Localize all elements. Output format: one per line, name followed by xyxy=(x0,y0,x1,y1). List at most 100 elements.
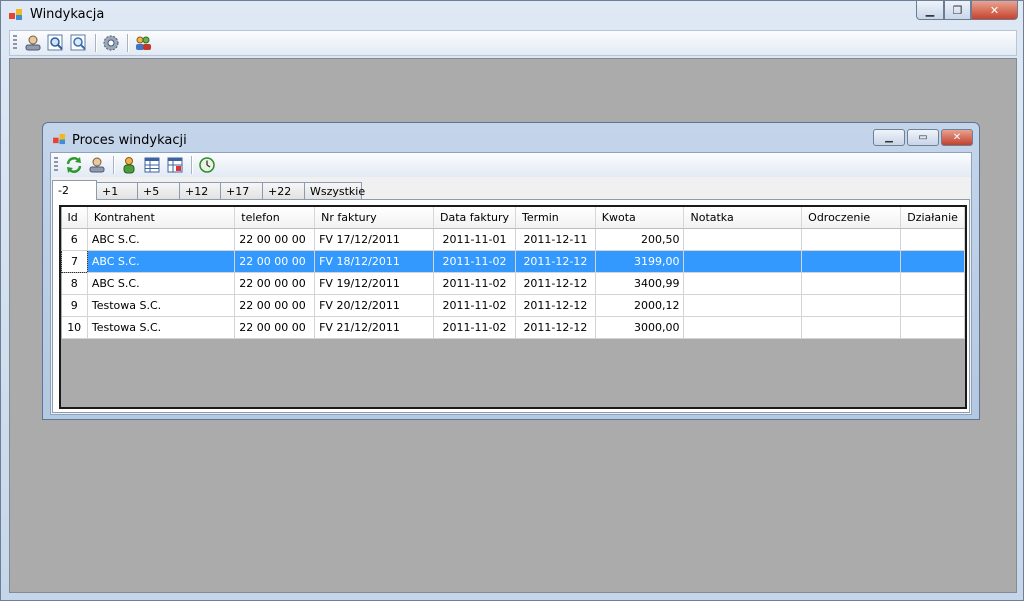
data-grid[interactable]: Id Kontrahent telefon Nr faktury Data fa… xyxy=(59,205,967,409)
table-row-selected[interactable]: 7 ABC S.C. 22 00 00 00 FV 18/12/2011 201… xyxy=(61,249,965,273)
table-row[interactable]: 8 ABC S.C. 22 00 00 00 FV 19/12/2011 201… xyxy=(61,272,965,295)
column-header-odroczenie[interactable]: Odroczenie xyxy=(801,207,902,229)
cell-id[interactable]: 6 xyxy=(61,228,88,251)
cell-kwota[interactable]: 3000,00 xyxy=(595,316,685,339)
clock-refresh-icon xyxy=(199,157,215,173)
tab-plus-5[interactable]: +5 xyxy=(137,182,180,199)
column-header-data-faktury[interactable]: Data faktury xyxy=(433,207,517,229)
search-button[interactable] xyxy=(45,32,67,54)
cell-termin[interactable]: 2011-12-12 xyxy=(515,272,596,295)
column-header-nr-faktury[interactable]: Nr faktury xyxy=(314,207,434,229)
column-header-kwota[interactable]: Kwota xyxy=(595,207,685,229)
cell-nr-faktury[interactable]: FV 20/12/2011 xyxy=(314,294,434,317)
cell-notatka[interactable] xyxy=(683,272,803,295)
cell-kwota[interactable]: 3199,00 xyxy=(595,250,685,273)
minimize-button[interactable]: ▁ xyxy=(916,1,944,20)
preview-button[interactable] xyxy=(68,32,90,54)
refresh-button[interactable] xyxy=(63,154,85,176)
cell-dzialanie[interactable] xyxy=(900,250,965,273)
collection-tool-button[interactable] xyxy=(22,32,44,54)
cell-telefon[interactable]: 22 00 00 00 xyxy=(234,250,316,273)
contractor-button[interactable] xyxy=(118,154,140,176)
cell-notatka[interactable] xyxy=(683,250,803,273)
users-button[interactable] xyxy=(132,32,154,54)
column-header-kontrahent[interactable]: Kontrahent xyxy=(87,207,236,229)
document-search-icon xyxy=(70,34,86,51)
cell-odroczenie[interactable] xyxy=(801,228,902,251)
cell-dzialanie[interactable] xyxy=(900,316,965,339)
close-button[interactable]: ✕ xyxy=(971,1,1018,20)
cell-nr-faktury[interactable]: FV 18/12/2011 xyxy=(314,250,434,273)
tab-plus-12[interactable]: +12 xyxy=(179,182,221,199)
cell-notatka[interactable] xyxy=(683,228,803,251)
cell-termin[interactable]: 2011-12-11 xyxy=(515,228,596,251)
child-maximize-button[interactable]: ▭ xyxy=(907,129,939,146)
cell-kwota[interactable]: 200,50 xyxy=(595,228,685,251)
tab-minus-2[interactable]: -2 xyxy=(52,180,97,200)
history-button[interactable] xyxy=(196,154,218,176)
tab-plus-1[interactable]: +1 xyxy=(96,182,138,199)
cell-data-faktury[interactable]: 2011-11-02 xyxy=(433,250,517,273)
cell-telefon[interactable]: 22 00 00 00 xyxy=(234,294,316,317)
cell-kontrahent[interactable]: ABC S.C. xyxy=(87,250,236,273)
cell-odroczenie[interactable] xyxy=(801,316,902,339)
cell-id[interactable]: 8 xyxy=(61,272,88,295)
cell-dzialanie[interactable] xyxy=(900,228,965,251)
tab-plus-17[interactable]: +17 xyxy=(220,182,263,199)
cell-data-faktury[interactable]: 2011-11-01 xyxy=(433,228,517,251)
cell-kontrahent[interactable]: ABC S.C. xyxy=(87,272,236,295)
cell-termin[interactable]: 2011-12-12 xyxy=(515,294,596,317)
cell-odroczenie[interactable] xyxy=(801,272,902,295)
cell-dzialanie[interactable] xyxy=(900,294,965,317)
toolbar-separator xyxy=(127,34,128,52)
child-window: Proces windykacji ▁ ▭ ✕ -2 +1 +5 +12 +17… xyxy=(42,122,980,420)
cell-termin[interactable]: 2011-12-12 xyxy=(515,316,596,339)
tab-plus-22[interactable]: +22 xyxy=(262,182,305,199)
column-header-termin[interactable]: Termin xyxy=(515,207,596,229)
table-row[interactable]: 10 Testowa S.C. 22 00 00 00 FV 21/12/201… xyxy=(61,316,965,339)
cell-termin[interactable]: 2011-12-12 xyxy=(515,250,596,273)
cell-telefon[interactable]: 22 00 00 00 xyxy=(234,316,316,339)
column-header-notatka[interactable]: Notatka xyxy=(683,207,803,229)
cell-data-faktury[interactable]: 2011-11-02 xyxy=(433,272,517,295)
cell-data-faktury[interactable]: 2011-11-02 xyxy=(433,294,517,317)
cell-kontrahent[interactable]: Testowa S.C. xyxy=(87,316,236,339)
column-header-dzialanie[interactable]: Działanie xyxy=(900,207,965,229)
toolbar-grip[interactable] xyxy=(54,157,58,173)
table-edit-button[interactable] xyxy=(164,154,186,176)
table-row[interactable]: 9 Testowa S.C. 22 00 00 00 FV 20/12/2011… xyxy=(61,294,965,317)
child-minimize-button[interactable]: ▁ xyxy=(873,129,905,146)
child-title-bar[interactable]: Proces windykacji xyxy=(53,131,653,151)
cell-id[interactable]: 10 xyxy=(61,316,88,339)
cell-kwota[interactable]: 2000,12 xyxy=(595,294,685,317)
cell-notatka[interactable] xyxy=(683,316,803,339)
cell-nr-faktury[interactable]: FV 21/12/2011 xyxy=(314,316,434,339)
table-view-button[interactable] xyxy=(141,154,163,176)
cell-id[interactable]: 9 xyxy=(61,294,88,317)
cell-kwota[interactable]: 3400,99 xyxy=(595,272,685,295)
cell-telefon[interactable]: 22 00 00 00 xyxy=(234,272,316,295)
column-header-id[interactable]: Id xyxy=(61,207,88,229)
cell-notatka[interactable] xyxy=(683,294,803,317)
child-close-button[interactable]: ✕ xyxy=(941,129,973,146)
cell-telefon[interactable]: 22 00 00 00 xyxy=(234,228,316,251)
column-header-telefon[interactable]: telefon xyxy=(234,207,316,229)
cell-odroczenie[interactable] xyxy=(801,294,902,317)
toolbar-grip[interactable] xyxy=(13,35,17,51)
settings-button[interactable] xyxy=(100,32,122,54)
cell-nr-faktury[interactable]: FV 17/12/2011 xyxy=(314,228,434,251)
tab-panel: Id Kontrahent telefon Nr faktury Data fa… xyxy=(52,199,970,413)
cell-id[interactable]: 7 xyxy=(61,249,88,273)
collection-tool-button[interactable] xyxy=(86,154,108,176)
cell-kontrahent[interactable]: ABC S.C. xyxy=(87,228,236,251)
cell-data-faktury[interactable]: 2011-11-02 xyxy=(433,316,517,339)
main-toolbar xyxy=(9,30,1017,56)
cell-kontrahent[interactable]: Testowa S.C. xyxy=(87,294,236,317)
table-row[interactable]: 6 ABC S.C. 22 00 00 00 FV 17/12/2011 201… xyxy=(61,228,965,251)
title-bar[interactable]: Windykacja ▁ ❐ ✕ xyxy=(1,1,1023,29)
maximize-button[interactable]: ❐ xyxy=(944,1,971,20)
cell-dzialanie[interactable] xyxy=(900,272,965,295)
tab-wszystkie[interactable]: Wszystkie xyxy=(304,182,365,199)
cell-odroczenie[interactable] xyxy=(801,250,902,273)
cell-nr-faktury[interactable]: FV 19/12/2011 xyxy=(314,272,434,295)
